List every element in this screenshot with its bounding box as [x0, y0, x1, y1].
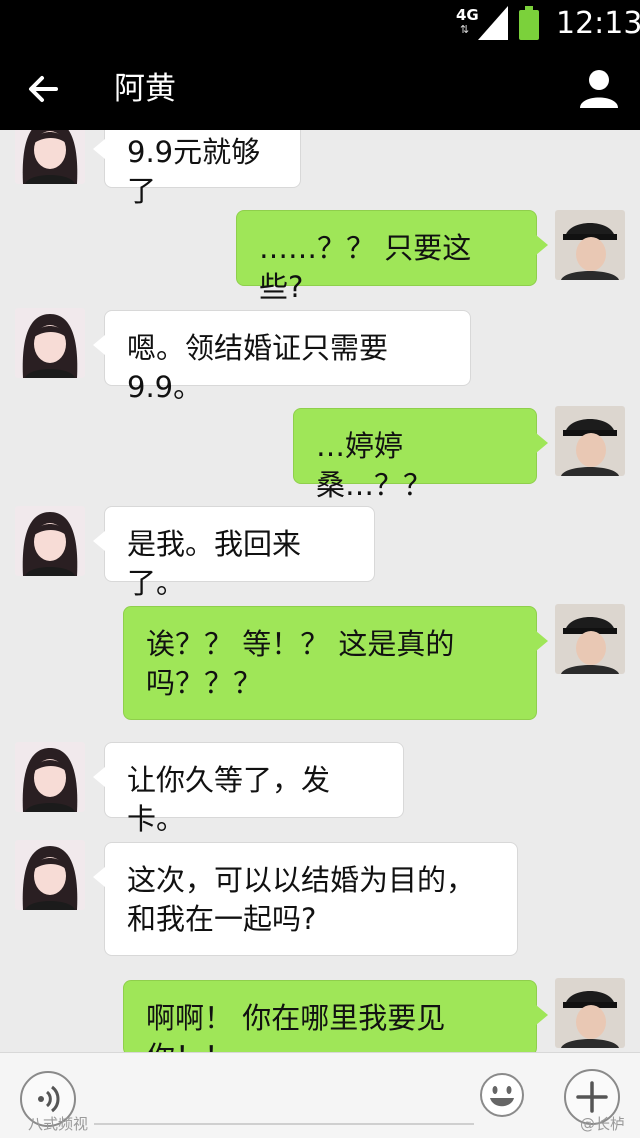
message-bubble[interactable]: 让你久等了，发卡。	[93, 742, 404, 836]
message-bubble[interactable]: ……？？ 只要这些?	[236, 210, 548, 304]
user-avatar[interactable]	[555, 406, 625, 476]
contact-avatar[interactable]	[15, 506, 85, 576]
contact-avatar[interactable]	[15, 742, 85, 812]
user-avatar[interactable]	[555, 210, 625, 280]
back-arrow-icon[interactable]	[20, 66, 66, 112]
message-bubble[interactable]: 这次，可以以结婚为目的，和我在一起吗?	[93, 842, 518, 956]
contact-avatar[interactable]	[15, 840, 85, 910]
contact-avatar[interactable]	[15, 130, 85, 184]
user-avatar[interactable]	[555, 604, 625, 674]
network-type: 4G	[456, 6, 479, 24]
status-bar: 4G ⇅ 12:13	[0, 0, 640, 48]
signal-icon	[478, 6, 508, 40]
input-bar: 八式频视 @长栌	[0, 1052, 640, 1138]
watermark-left: 八式频视	[28, 1115, 89, 1133]
watermark-right: @长栌	[580, 1115, 626, 1133]
contact-name: 阿黄	[114, 71, 176, 107]
message-bubble[interactable]: 诶？？ 等！？ 这是真的吗？？？	[123, 606, 548, 720]
message-input[interactable]	[94, 1123, 474, 1125]
data-activity-icon: ⇅	[460, 23, 470, 36]
battery-icon	[519, 6, 539, 40]
message-bubble[interactable]: 嗯。领结婚证只需要9.9。	[93, 310, 471, 404]
emoji-icon[interactable]	[478, 1071, 526, 1119]
message-list[interactable]: 9.9元就够了 ……？？ 只要这些? 嗯。领结婚证只需要9.9。 …婷婷桑…？？…	[0, 130, 640, 1052]
message-bubble[interactable]: 是我。我回来了。	[93, 506, 375, 600]
message-bubble[interactable]: 9.9元就够了	[93, 130, 301, 208]
contact-avatar[interactable]	[15, 308, 85, 378]
user-avatar[interactable]	[555, 978, 625, 1048]
clock: 12:13	[556, 6, 640, 41]
message-bubble[interactable]: 啊啊！ 你在哪里我要见你！！	[123, 980, 548, 1052]
message-bubble[interactable]: …婷婷桑…？？	[293, 408, 548, 502]
chat-header: 阿黄	[0, 48, 640, 130]
profile-icon[interactable]	[574, 64, 624, 114]
